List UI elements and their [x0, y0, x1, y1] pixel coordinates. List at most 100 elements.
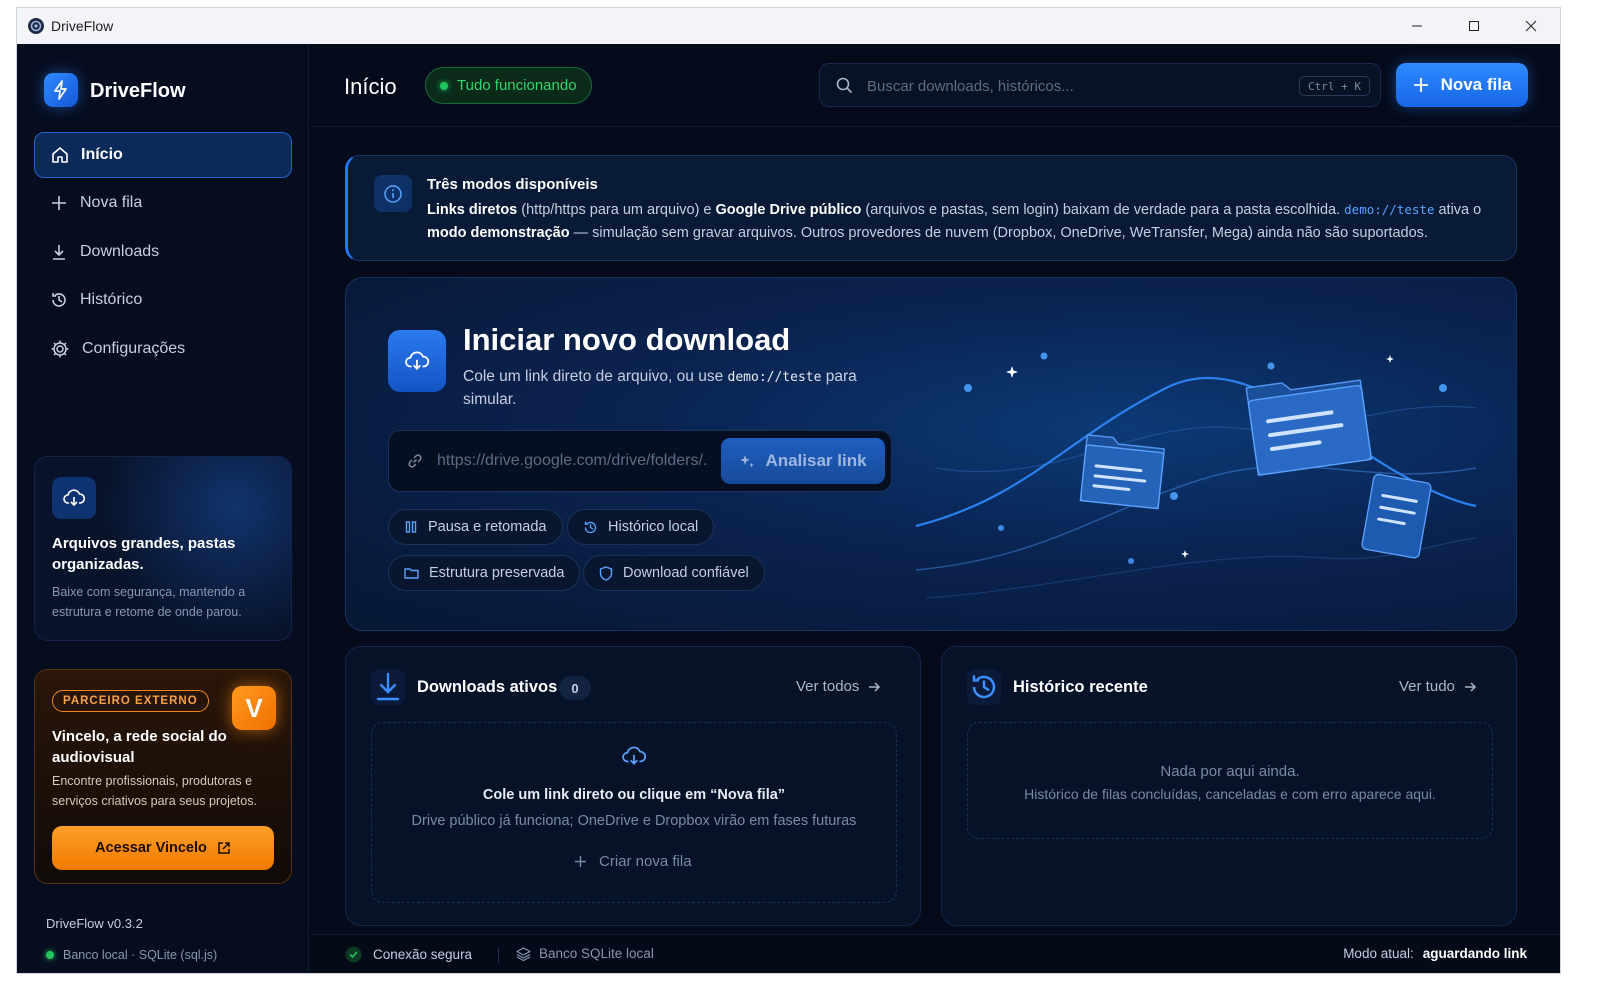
pause-icon	[405, 521, 417, 533]
partner-badge: PARCEIRO EXTERNO	[52, 690, 209, 712]
promo-card: Arquivos grandes, pastas organizadas. Ba…	[34, 456, 292, 641]
analyze-link-button[interactable]: Analisar link	[721, 438, 885, 484]
feature-chip-structure: Estrutura preservada	[388, 555, 581, 591]
cloud-download-icon	[388, 330, 446, 392]
status-dot	[46, 951, 54, 959]
arrow-right-icon	[869, 681, 881, 692]
sidebar: DriveFlow Início Nova fila Downloads His…	[17, 44, 309, 973]
chip-label: Download confiável	[623, 565, 749, 581]
cloud-download-icon	[622, 746, 646, 765]
main-content: Início Tudo funcionando Buscar downloads…	[310, 44, 1560, 973]
title-bar: DriveFlow	[17, 8, 1560, 44]
create-queue-button[interactable]: Criar nova fila	[574, 853, 692, 870]
mode-value: aguardando link	[1422, 946, 1527, 961]
hero-desc: Cole um link direto de arquivo, ou use d…	[463, 366, 883, 411]
see-all-history-link[interactable]: Ver tudo	[1399, 678, 1477, 695]
minimize-icon	[1412, 25, 1422, 27]
info-text: — simulação sem gravar arquivos. Outros …	[569, 225, 1428, 241]
secure-connection: Conexão segura	[345, 946, 472, 963]
plus-icon	[1413, 78, 1428, 92]
hero-desc-text: Cole um link direto de arquivo, ou use	[463, 368, 728, 385]
window-title: DriveFlow	[51, 18, 114, 34]
mode-label: Modo atual:	[1343, 946, 1414, 961]
active-downloads-panel: Downloads ativos 0 Ver todos Cole um lin…	[345, 646, 921, 926]
feature-chip-reliable: Download confiável	[583, 555, 765, 591]
app-window: DriveFlow DriveFlow Início Nova fila Dow…	[17, 8, 1560, 973]
sidebar-item-label: Início	[81, 146, 123, 163]
status-dot	[440, 81, 448, 90]
empty-title: Cole um link direto ou clique em “Nova f…	[482, 787, 786, 803]
status-badge: Tudo funcionando	[425, 67, 592, 104]
info-text: ativa o	[1434, 202, 1482, 218]
active-downloads-count: 0	[559, 676, 591, 700]
sidebar-item-label: Nova fila	[80, 194, 143, 211]
url-placeholder: https://drive.google.com/drive/folders/.…	[437, 452, 709, 469]
feature-chip-pause: Pausa e retomada	[388, 509, 563, 545]
see-all-label: Ver todos	[796, 678, 860, 695]
shield-icon	[599, 565, 613, 581]
promo-title: Arquivos grandes, pastas organizadas.	[52, 535, 236, 573]
external-link-icon	[218, 842, 230, 854]
sidebar-item-inicio[interactable]: Início	[34, 132, 292, 178]
link-icon	[408, 454, 422, 468]
search-shortcut: Ctrl + K	[1299, 76, 1370, 96]
analyze-link-label: Analisar link	[765, 451, 867, 470]
sidebar-item-label: Downloads	[80, 243, 160, 260]
minimize-button[interactable]	[1394, 8, 1440, 44]
close-button[interactable]	[1508, 8, 1554, 44]
plus-icon	[52, 196, 66, 210]
sidebar-item-label: Histórico	[80, 291, 143, 308]
folder-icon	[404, 568, 419, 579]
info-demo-code: demo://teste	[1344, 202, 1435, 217]
chip-label: Pausa e retomada	[428, 519, 547, 535]
arrow-right-icon	[1464, 681, 1476, 692]
recent-history-title: Histórico recente	[1013, 678, 1148, 696]
search-input[interactable]: Buscar downloads, históricos... Ctrl + K	[819, 63, 1381, 107]
access-vincelo-button[interactable]: Acessar Vincelo	[52, 826, 274, 870]
url-input[interactable]: https://drive.google.com/drive/folders/.…	[388, 430, 892, 492]
see-all-downloads-link[interactable]: Ver todos	[796, 678, 881, 695]
partner-card: PARCEIRO EXTERNO V Vincelo, a rede socia…	[34, 669, 292, 884]
vincelo-logo: V	[232, 686, 276, 730]
history-icon	[584, 521, 597, 533]
info-text: (arquivos e pastas, sem login) baixam de…	[861, 202, 1345, 218]
info-google-drive: Google Drive público	[715, 202, 862, 218]
empty-desc: Histórico de filas concluídas, cancelada…	[1024, 786, 1436, 802]
empty-desc: Drive público já funciona; OneDrive e Dr…	[411, 813, 857, 829]
sidebar-item-nova-fila[interactable]: Nova fila	[34, 180, 292, 226]
new-queue-button[interactable]: Nova fila	[1396, 63, 1528, 107]
sidebar-item-label: Configurações	[82, 340, 186, 357]
see-all-label: Ver tudo	[1399, 678, 1455, 695]
sqlite-db: Banco SQLite local	[516, 946, 654, 961]
maximize-icon	[1469, 21, 1479, 31]
recent-history-panel: Histórico recente Ver tudo Nada por aqui…	[941, 646, 1517, 926]
create-queue-label: Criar nova fila	[599, 853, 692, 870]
active-downloads-empty: Cole um link direto ou clique em “Nova f…	[371, 722, 897, 903]
info-title: Três modos disponíveis	[427, 176, 598, 193]
active-downloads-title: Downloads ativos	[417, 678, 558, 696]
info-text: (http/https para um arquivo) e	[517, 202, 716, 218]
empty-title: Nada por aqui ainda.	[1160, 763, 1300, 780]
db-status-text: Banco local · SQLite (sql.js)	[63, 948, 218, 962]
header-divider	[310, 126, 1560, 127]
sidebar-item-configuracoes[interactable]: Configurações	[34, 326, 292, 372]
home-icon	[52, 147, 68, 163]
access-vincelo-label: Acessar Vincelo	[95, 840, 207, 856]
search-icon	[836, 77, 853, 94]
secure-label: Conexão segura	[373, 947, 473, 962]
sidebar-item-historico[interactable]: Histórico	[34, 277, 292, 323]
page-title: Início	[344, 74, 397, 99]
lightning-icon	[54, 80, 67, 100]
footer-divider	[498, 947, 499, 963]
info-demo-mode: modo demonstração	[427, 225, 570, 241]
new-queue-label: Nova fila	[1440, 75, 1512, 94]
hero-illustration	[915, 352, 1477, 599]
maximize-button[interactable]	[1451, 8, 1497, 44]
current-mode: Modo atual: aguardando link	[1343, 946, 1527, 961]
sidebar-item-downloads[interactable]: Downloads	[34, 229, 292, 275]
layers-icon	[516, 946, 531, 961]
status-text: Tudo funcionando	[457, 77, 577, 94]
app-logo-icon	[28, 18, 44, 34]
status-bar: Conexão segura Banco SQLite local Modo a…	[310, 934, 1560, 973]
app-version: DriveFlow v0.3.2	[46, 916, 143, 931]
